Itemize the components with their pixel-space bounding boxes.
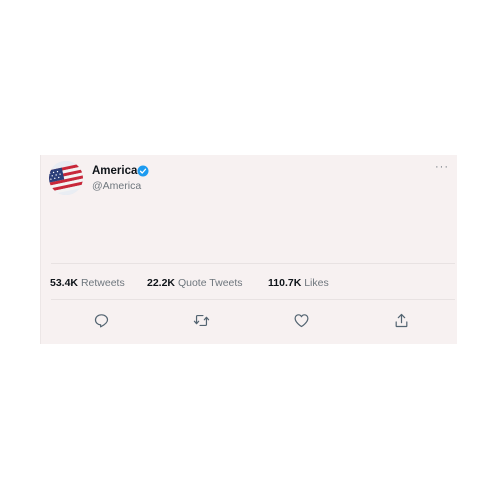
likes-count: 110.7K xyxy=(268,277,302,289)
retweet-icon xyxy=(193,314,209,326)
divider xyxy=(51,263,455,264)
likes-stat[interactable]: 110.7K Likes xyxy=(268,275,329,291)
tweet-actions xyxy=(41,310,457,330)
quote-tweets-count: 22.2K xyxy=(147,277,176,289)
quote-tweets-label: Quote Tweets xyxy=(175,277,243,289)
us-flag-icon xyxy=(49,161,83,195)
avatar[interactable] xyxy=(49,161,83,195)
verified-badge-icon xyxy=(137,165,149,177)
retweets-label: Retweets xyxy=(78,277,125,289)
tweet-card: America @America ··· 53.4K Retweets 22.2… xyxy=(40,155,457,344)
divider xyxy=(51,299,455,300)
retweets-count: 53.4K xyxy=(50,277,79,289)
share-button[interactable] xyxy=(391,310,411,330)
like-icon xyxy=(294,313,308,327)
share-icon xyxy=(395,313,407,327)
more-options-icon[interactable]: ··· xyxy=(431,160,453,174)
reply-button[interactable] xyxy=(91,310,111,330)
like-button[interactable] xyxy=(291,310,311,330)
quote-tweets-stat[interactable]: 22.2K Quote Tweets xyxy=(147,275,243,291)
retweets-stat[interactable]: 53.4K Retweets xyxy=(50,275,125,291)
retweet-button[interactable] xyxy=(191,310,211,330)
handle[interactable]: @America xyxy=(92,180,141,193)
reply-icon xyxy=(94,313,108,327)
display-name[interactable]: America xyxy=(92,164,137,178)
likes-label: Likes xyxy=(301,277,329,289)
